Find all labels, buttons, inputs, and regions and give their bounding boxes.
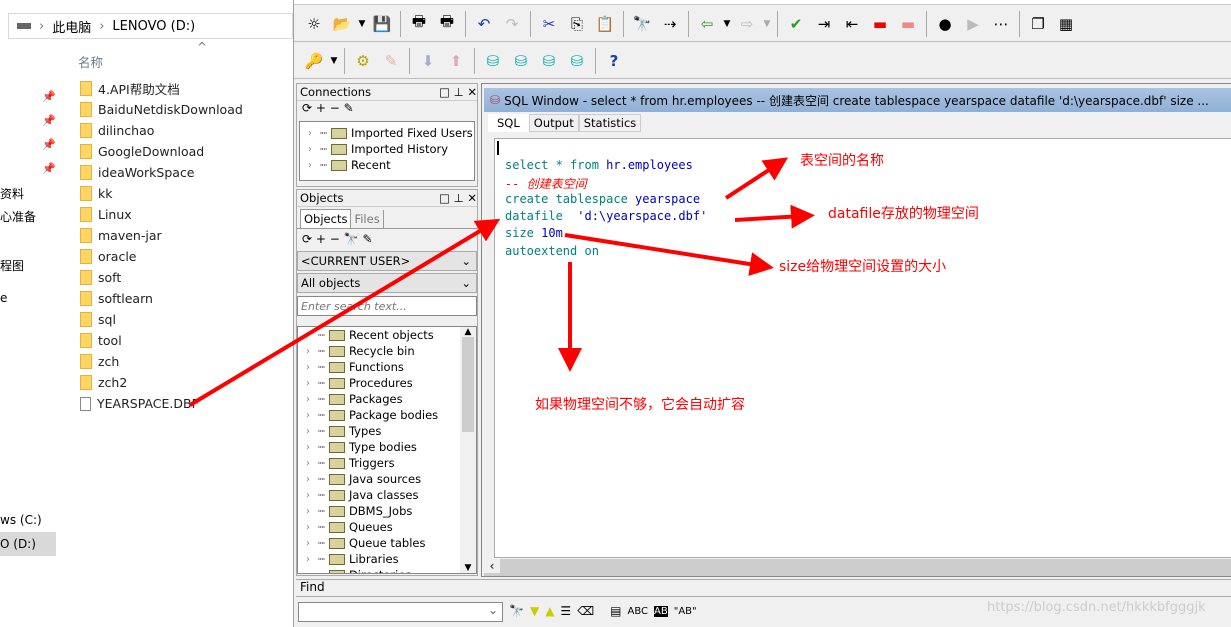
arrow-size	[564, 233, 774, 276]
annotation-autoextend: 如果物理空间不够，它会自动扩容	[535, 397, 745, 413]
annotation-name: 表空间的名称	[800, 153, 884, 169]
arrow-name	[724, 157, 789, 200]
arrow-datafile	[734, 204, 815, 229]
annotation-size: size给物理空间设置的大小	[779, 259, 947, 275]
arrow-file	[188, 218, 501, 407]
annotation-datafile: datafile存放的物理空间	[828, 206, 979, 222]
annotation-arrows	[188, 157, 815, 407]
